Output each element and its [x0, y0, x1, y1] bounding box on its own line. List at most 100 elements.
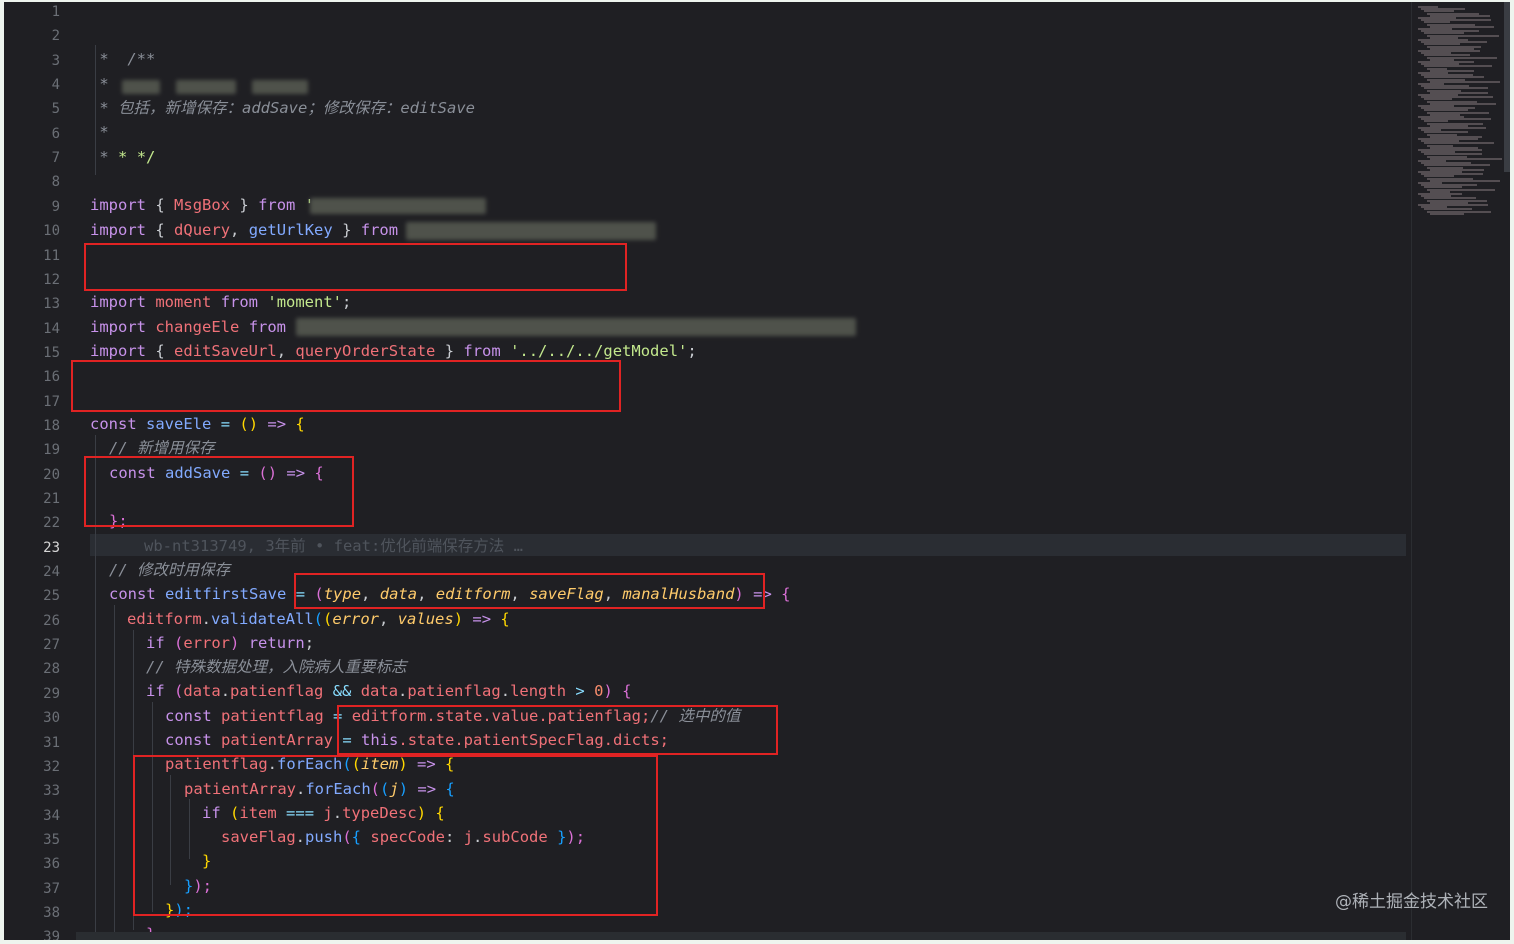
- identifier-token: changeEle: [155, 318, 240, 336]
- comment-token: *: [99, 75, 109, 93]
- keyword-token: import: [90, 221, 146, 239]
- code-line-28: // 特殊数据处理，入院病人重要标志: [146, 655, 1406, 679]
- brace-token: {: [155, 196, 165, 214]
- brace-token: }: [342, 221, 352, 239]
- identifier-token: dQuery: [174, 221, 231, 239]
- minimap[interactable]: [1411, 2, 1502, 940]
- function-name-token: saveEle: [146, 415, 212, 433]
- code-line-2: /**: [90, 23, 1406, 68]
- identifier-token: editform: [127, 610, 202, 628]
- line-number: 16: [43, 369, 60, 386]
- punctuation-token: .: [398, 682, 408, 700]
- line-number: 25: [43, 588, 60, 605]
- operator-token: &&: [332, 682, 352, 700]
- keyword-token: import: [90, 318, 146, 336]
- comment-token: // 特殊数据处理，入院病人重要标志: [146, 658, 407, 676]
- line-number: 21: [43, 491, 60, 507]
- arrow-token: =>: [267, 415, 287, 433]
- keyword-token: if: [146, 634, 165, 652]
- code-line-23: wb-nt313749, 3年前 • feat:优化前端保存方法 …: [144, 534, 1406, 558]
- annotation-box: [84, 243, 627, 291]
- keyword-token: const: [109, 585, 156, 603]
- keyword-token: const: [90, 415, 137, 433]
- identifier-token: data: [360, 682, 399, 700]
- scrollbar-thumb[interactable]: [1504, 2, 1510, 172]
- comment-token: *: [99, 148, 109, 166]
- redacted-text-block: [406, 222, 656, 240]
- identifier-token: patienflag: [230, 682, 324, 700]
- punctuation-token: ,: [379, 610, 389, 628]
- line-number: 12: [43, 271, 60, 288]
- punctuation-token: ;: [342, 293, 352, 311]
- code-line-18: const saveEle = () => {: [90, 412, 1406, 436]
- line-number: 24: [43, 564, 60, 581]
- brace-token: {: [500, 610, 510, 628]
- comment-token: *: [99, 50, 109, 68]
- redacted-text-block: [176, 80, 236, 94]
- annotation-box: [337, 705, 778, 755]
- watermark: @稀土掘金技术社区: [1335, 892, 1488, 912]
- keyword-token: import: [90, 293, 146, 311]
- identifier-token: getUrlKey: [248, 221, 333, 239]
- identifier-token: data: [183, 682, 221, 700]
- code-line-27: if (error) return;: [146, 631, 1406, 655]
- line-number: 37: [43, 880, 60, 897]
- identifier-token: moment: [155, 293, 212, 311]
- line-number: 1: [51, 4, 60, 20]
- code-line-3: *: [90, 47, 1406, 71]
- line-number: 13: [43, 296, 60, 313]
- code-line-5: * 包括，新增保存：addSave；修改保存：editSave: [90, 96, 1406, 120]
- code-line-6: *: [90, 120, 1406, 144]
- horizontal-scrollbar[interactable]: [76, 932, 1406, 940]
- redacted-text-block: [296, 318, 856, 336]
- annotation-box: [133, 755, 658, 916]
- line-number: 32: [43, 758, 60, 775]
- keyword-token: if: [146, 682, 165, 700]
- punctuation-token: .: [201, 610, 211, 628]
- code-line-29: if (data.patienflag && data.patienflag.l…: [146, 679, 1406, 703]
- comment-token: * */: [118, 148, 156, 166]
- function-name-token: editfirstSave: [165, 585, 287, 603]
- line-number: 30: [43, 710, 60, 727]
- keyword-token: from: [360, 221, 399, 239]
- brace-token: {: [781, 585, 791, 603]
- line-number: 28: [43, 661, 60, 678]
- code-line-7: * * */: [90, 145, 1406, 169]
- line-number: 10: [43, 223, 60, 240]
- redacted-text-block: [252, 80, 308, 94]
- line-number: 22: [43, 515, 60, 532]
- brace-token: }: [239, 196, 249, 214]
- code-editor[interactable]: 1 2 3 4 5 6 7 8 9 10 11 12 13 14 15 16 17 18 19 20 21 22 23 24 2…: [4, 2, 1510, 940]
- line-number: 5: [51, 101, 60, 118]
- keyword-token: from: [258, 196, 296, 214]
- indent-guide: [114, 605, 115, 935]
- punctuation-token: ;: [304, 634, 315, 652]
- line-number: 17: [43, 393, 60, 410]
- code-line-13: import moment from 'moment';: [90, 290, 1406, 314]
- identifier-token: editSaveUrl: [174, 342, 277, 360]
- keyword-token: const: [165, 731, 212, 749]
- git-blame-annotation: wb-nt313749, 3年前 • feat:优化前端保存方法 …: [144, 537, 523, 555]
- keyword-token: from: [248, 318, 287, 336]
- line-number: 31: [43, 734, 60, 751]
- punctuation-token: ,: [230, 221, 240, 239]
- code-line-26: editform.validateAll((error, values) => …: [127, 607, 1406, 631]
- code-line-10: import { dQuery, getUrlKey } from: [90, 218, 1406, 242]
- code-line-9: import { MsgBox } from ': [90, 193, 1406, 217]
- keyword-token: return: [248, 634, 305, 652]
- line-number: 19: [43, 442, 60, 459]
- function-name-token: validateAll: [211, 610, 314, 628]
- line-number: 15: [43, 344, 60, 361]
- paren-token: (: [174, 634, 184, 652]
- string-token: '../../../getModel': [510, 342, 688, 360]
- line-number: 33: [43, 783, 60, 800]
- identifier-token: length: [510, 682, 567, 700]
- comment-token: *: [99, 123, 109, 141]
- line-number: 35: [43, 831, 60, 848]
- redacted-text-block: [122, 80, 160, 94]
- parameter-token: error: [332, 610, 380, 628]
- brace-token: {: [295, 415, 305, 433]
- line-number-gutter: 1 2 3 4 5 6 7 8 9 10 11 12 13 14 15 16 17 18 19 20 21 22 23 24 2…: [4, 2, 76, 940]
- operator-token: =: [220, 415, 231, 433]
- vertical-scrollbar[interactable]: [1504, 2, 1510, 940]
